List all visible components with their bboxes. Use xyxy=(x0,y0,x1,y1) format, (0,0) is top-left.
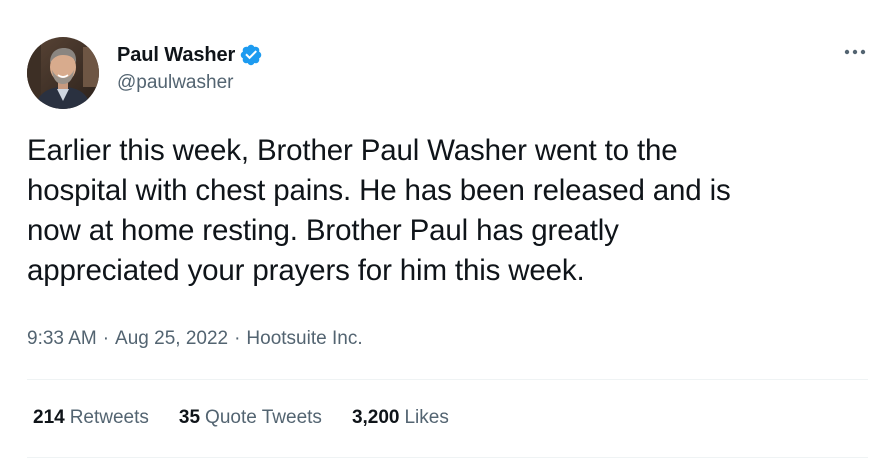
retweets-stat[interactable]: 214 Retweets xyxy=(33,407,149,429)
author-handle[interactable]: @paulwasher xyxy=(117,72,263,94)
likes-label: Likes xyxy=(404,407,449,428)
author-display-name[interactable]: Paul Washer xyxy=(117,44,235,67)
likes-stat[interactable]: 3,200 Likes xyxy=(352,407,449,429)
retweets-label: Retweets xyxy=(69,407,149,428)
tweet-stats: 214 Retweets 35 Quote Tweets 3,200 Likes xyxy=(33,407,479,429)
verified-badge-icon xyxy=(239,43,263,67)
quote-tweets-stat[interactable]: 35 Quote Tweets xyxy=(179,407,322,429)
quote-tweets-label: Quote Tweets xyxy=(205,407,322,428)
tweet-meta: 9:33 AM · Aug 25, 2022 · Hootsuite Inc. xyxy=(27,328,363,350)
retweets-count: 214 xyxy=(33,407,65,428)
quote-tweets-count: 35 xyxy=(178,407,201,428)
tweet-text: Earlier this week, Brother Paul Washer w… xyxy=(27,134,731,287)
author-name-row: Paul Washer xyxy=(117,42,263,68)
more-horizontal-icon xyxy=(844,49,866,55)
more-options-button[interactable] xyxy=(840,40,870,64)
meta-separator: · xyxy=(102,328,110,349)
likes-count: 3,200 xyxy=(351,407,400,428)
avatar[interactable] xyxy=(27,37,99,109)
tweet-source[interactable]: Hootsuite Inc. xyxy=(246,328,362,350)
author-info[interactable]: Paul Washer @paulwasher xyxy=(117,42,263,94)
tweet-date[interactable]: Aug 25, 2022 xyxy=(115,328,228,350)
divider xyxy=(27,457,868,458)
tweet-time[interactable]: 9:33 AM xyxy=(27,328,97,350)
tweet-card: Paul Washer @paulwasher Earlier this wee… xyxy=(0,0,895,465)
divider xyxy=(27,379,868,380)
meta-separator: · xyxy=(234,328,241,349)
